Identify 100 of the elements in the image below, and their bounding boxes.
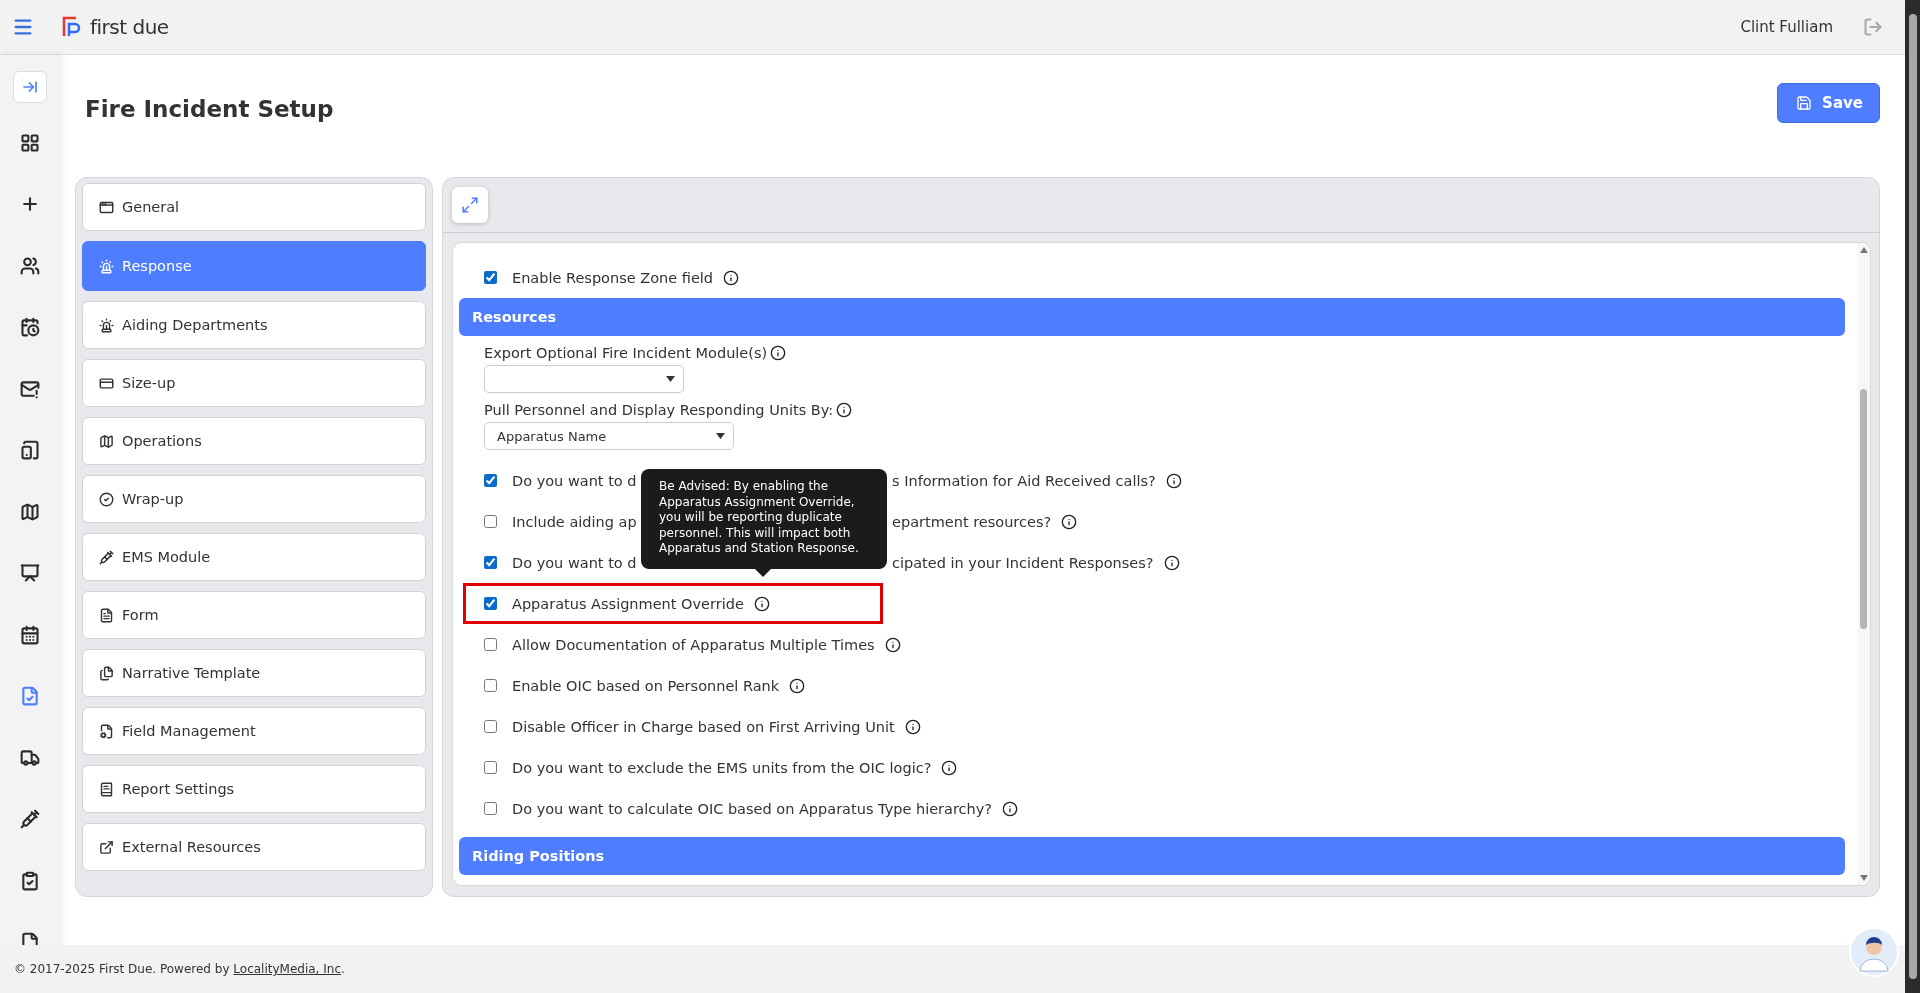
- expand-button[interactable]: [452, 187, 488, 223]
- copyright-text: © 2017-2025 First Due. Powered by LocalityMedia, Inc.: [14, 962, 345, 976]
- option-label: Do you want to d: [512, 555, 637, 571]
- info-icon[interactable]: [789, 677, 806, 694]
- menu-item-icon: [99, 723, 114, 739]
- menu-item-icon: [99, 375, 114, 391]
- menu-item[interactable]: Wrap-up: [82, 475, 426, 523]
- caret-icon: [716, 433, 725, 439]
- option-label: Do you want to calculate OIC based on Apparatus Type hierarchy?: [512, 800, 993, 817]
- section-heading: Resources: [459, 298, 1845, 336]
- menu-item-icon: [99, 258, 114, 274]
- option-label: Enable Response Zone field: [512, 269, 714, 286]
- scrollbar-thumb[interactable]: [1908, 14, 1917, 979]
- syringe-icon[interactable]: [20, 809, 40, 829]
- menu-item[interactable]: Field Management: [82, 707, 426, 755]
- info-icon[interactable]: [1163, 554, 1180, 571]
- dropdown-field[interactable]: Apparatus Name: [484, 422, 734, 450]
- menu-item[interactable]: Operations: [82, 417, 426, 465]
- menu-item[interactable]: Form: [82, 591, 426, 639]
- info-icon[interactable]: [836, 402, 853, 418]
- field-label: Export Optional Fire Incident Module(s): [484, 345, 768, 361]
- caret-icon: [666, 376, 675, 382]
- info-icon[interactable]: [753, 595, 770, 612]
- option-label: Enable OIC based on Personnel Rank: [512, 677, 780, 694]
- menu-item-icon: [99, 665, 114, 681]
- checkbox[interactable]: [484, 271, 497, 284]
- page-title: Fire Incident Setup: [85, 96, 334, 122]
- file-check-icon[interactable]: [20, 686, 40, 706]
- scrollbar-thumb[interactable]: [1860, 389, 1867, 629]
- menu-item-icon: [99, 549, 114, 565]
- checkbox[interactable]: [484, 515, 497, 528]
- chat-avatar[interactable]: [1849, 927, 1899, 977]
- presenter-icon[interactable]: [20, 563, 40, 583]
- info-icon[interactable]: [1061, 513, 1078, 530]
- scroll-down-icon[interactable]: [1859, 875, 1868, 881]
- menu-item[interactable]: EMS Module: [82, 533, 426, 581]
- field-label: Pull Personnel and Display Responding Units By:: [484, 402, 834, 418]
- menu-item[interactable]: Aiding Departments: [82, 301, 426, 349]
- menu-item[interactable]: General: [82, 183, 426, 231]
- expand-sidebar-icon[interactable]: [22, 79, 38, 95]
- checkbox[interactable]: [484, 597, 497, 610]
- menu-item[interactable]: External Resources: [82, 823, 426, 871]
- option-label: Include aiding ap: [512, 514, 637, 530]
- clipboard-check-icon[interactable]: [20, 870, 40, 891]
- calendar-icon[interactable]: [20, 624, 40, 645]
- checkbox[interactable]: [484, 556, 497, 569]
- info-icon[interactable]: [1002, 800, 1019, 817]
- menu-item-icon: [99, 433, 114, 449]
- menu-icon[interactable]: [12, 16, 34, 38]
- scroll-up-icon[interactable]: [1859, 247, 1868, 253]
- info-icon[interactable]: [884, 636, 901, 653]
- save-icon: [1796, 94, 1813, 111]
- menu-item-icon: [99, 781, 114, 797]
- user-name[interactable]: Clint Fulliam: [1740, 18, 1833, 36]
- brand-name: first due: [90, 15, 169, 39]
- info-icon[interactable]: [723, 269, 740, 286]
- expand-icon: [461, 196, 479, 214]
- tablet-icon[interactable]: [20, 440, 40, 460]
- section-heading: Riding Positions: [459, 837, 1845, 875]
- logo-icon: [62, 16, 82, 38]
- mail-icon[interactable]: [20, 378, 40, 399]
- calendar-user-icon[interactable]: [20, 317, 40, 337]
- plus-icon[interactable]: [20, 194, 40, 214]
- dropdown-field[interactable]: [484, 365, 684, 393]
- tooltip: Be Advised: By enabling the Apparatus Assignment Override, you will be reporting duplicate personnel. This will impact both Apparatus and Station Response.: [641, 469, 887, 569]
- menu-item[interactable]: Report Settings: [82, 765, 426, 813]
- info-icon[interactable]: [904, 718, 921, 735]
- map-icon[interactable]: [20, 501, 40, 522]
- option-label: Disable Officer in Charge based on First Arriving Unit: [512, 718, 895, 735]
- checkbox[interactable]: [484, 802, 497, 815]
- option-label: epartment resources?: [892, 513, 1052, 530]
- checkbox[interactable]: [484, 638, 497, 651]
- option-label: Apparatus Assignment Override: [512, 595, 744, 612]
- menu-item-icon: [99, 491, 114, 507]
- scrollbar[interactable]: [1857, 243, 1870, 885]
- truck-icon[interactable]: [20, 747, 40, 768]
- menu-item[interactable]: Size-up: [82, 359, 426, 407]
- checkbox[interactable]: [484, 761, 497, 774]
- dashboard-icon[interactable]: [20, 132, 40, 153]
- tooltip-arrow: [755, 568, 771, 577]
- option-label: Allow Documentation of Apparatus Multiple Times: [512, 636, 875, 653]
- checkbox[interactable]: [484, 720, 497, 733]
- company-link[interactable]: LocalityMedia, Inc: [233, 962, 341, 976]
- option-label: Do you want to exclude the EMS units from the OIC logic?: [512, 759, 932, 776]
- option-label: Do you want to d: [512, 473, 637, 489]
- menu-item-icon: [99, 199, 114, 215]
- info-icon[interactable]: [941, 759, 958, 776]
- users-icon[interactable]: [20, 255, 40, 276]
- save-button[interactable]: Save: [1777, 82, 1880, 123]
- menu-item[interactable]: Response: [82, 241, 426, 291]
- option-label: s Information for Aid Received calls?: [892, 472, 1156, 489]
- option-label: cipated in your Incident Responses?: [892, 554, 1154, 571]
- info-icon[interactable]: [770, 345, 787, 361]
- checkbox[interactable]: [484, 679, 497, 692]
- menu-item-icon: [99, 317, 114, 333]
- page-scrollbar[interactable]: [1905, 0, 1920, 993]
- menu-item-icon: [99, 607, 114, 623]
- info-icon[interactable]: [1165, 472, 1182, 489]
- checkbox[interactable]: [484, 474, 497, 487]
- menu-item[interactable]: Narrative Template: [82, 649, 426, 697]
